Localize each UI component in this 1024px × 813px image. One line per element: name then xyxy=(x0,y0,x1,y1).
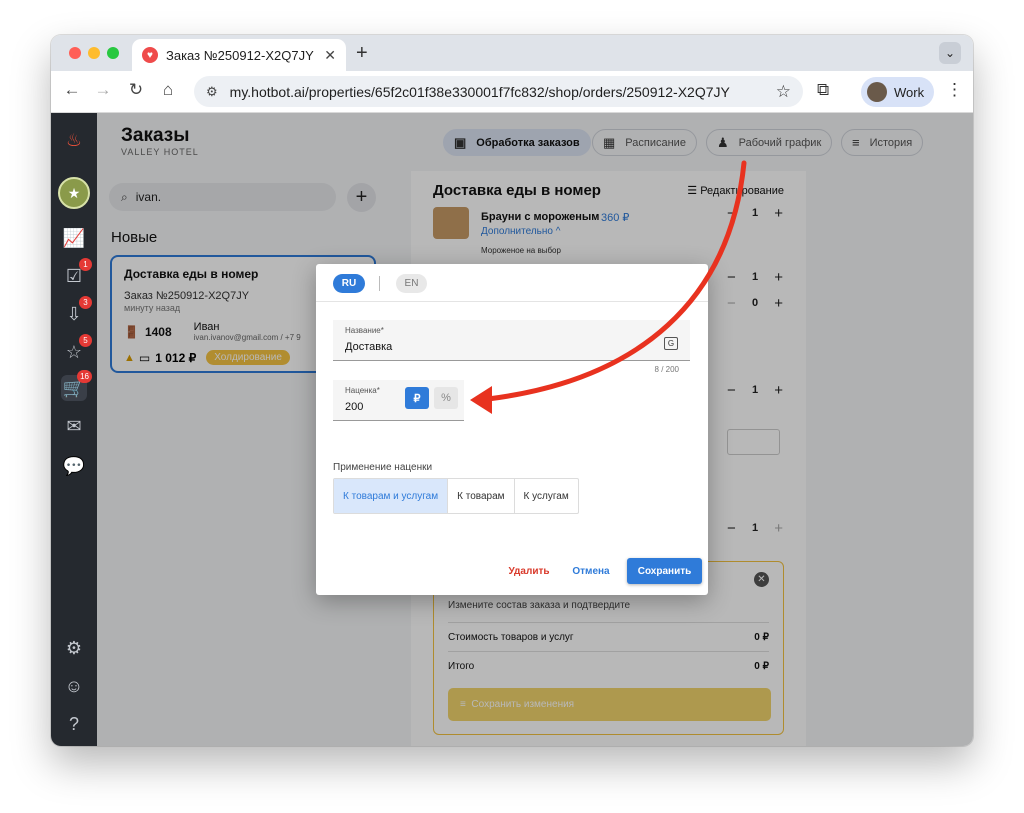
back-icon[interactable]: ← xyxy=(61,80,83,100)
bookmark-star-icon[interactable]: ☆ xyxy=(776,82,791,102)
browser-toolbar: ← → ↻ ⌂ ⚙ my.hotbot.ai/properties/65f2c0… xyxy=(51,71,973,113)
profile-button[interactable]: Work xyxy=(861,77,934,107)
profile-avatar xyxy=(867,82,887,102)
apply-goods-and-services[interactable]: К товарам и услугам xyxy=(334,479,449,513)
address-bar[interactable]: ⚙ my.hotbot.ai/properties/65f2c01f38e330… xyxy=(194,76,803,107)
shop-badge: 16 xyxy=(77,370,92,383)
new-tab-icon[interactable]: + xyxy=(356,42,368,65)
browser-tab[interactable]: ♥ Заказ №250912-X2Q7JY | Va ✕ xyxy=(132,39,346,71)
tab-title: Заказ №250912-X2Q7JY | Va xyxy=(166,47,318,63)
tasks-badge: 1 xyxy=(79,258,92,271)
forward-icon[interactable]: → xyxy=(92,80,114,100)
extensions-icon[interactable]: ⧉ xyxy=(817,80,829,100)
markup-value: 200 xyxy=(345,401,364,413)
inbox-icon[interactable]: ⇩ 3 xyxy=(61,296,92,327)
tasks-icon[interactable]: ☑ 1 xyxy=(61,258,92,289)
profile-label: Work xyxy=(894,84,925,100)
hotbot-logo-icon[interactable]: ♨ xyxy=(61,127,87,153)
browser-menu-icon[interactable]: ⋮ xyxy=(946,80,963,100)
chat-icon[interactable]: 💬 xyxy=(61,453,87,479)
fee-edit-dialog: RU EN Название* Доставка G 8 / 200 Нацен… xyxy=(316,264,708,595)
close-tab-icon[interactable]: ✕ xyxy=(324,47,336,64)
reload-icon[interactable]: ↻ xyxy=(125,80,147,100)
minimize-window-button[interactable] xyxy=(88,47,100,59)
lang-tab-en[interactable]: EN xyxy=(396,274,427,293)
mail-icon[interactable]: ✉ xyxy=(61,413,87,439)
char-counter: 8 / 200 xyxy=(654,365,679,374)
tab-bar: ♥ Заказ №250912-X2Q7JY | Va ✕ + ⌄ xyxy=(51,35,973,71)
apply-segmented-control: К товарам и услугам К товарам К услугам xyxy=(333,478,579,514)
apply-goods[interactable]: К товарам xyxy=(448,479,515,513)
browser-window: ♥ Заказ №250912-X2Q7JY | Va ✕ + ⌄ ← → ↻ … xyxy=(51,35,973,746)
analytics-icon[interactable]: 📈 xyxy=(61,225,87,251)
maximize-window-button[interactable] xyxy=(107,47,119,59)
translate-icon[interactable]: G xyxy=(664,337,678,350)
name-field[interactable]: Название* Доставка G xyxy=(333,320,690,361)
name-value: Доставка xyxy=(345,341,393,353)
sidebar: ♨ ★ 📈 ☑ 1 ⇩ 3 ☆ 5 🛒 16 ✉ 💬 ⚙ ☺ ? xyxy=(51,113,97,746)
settings-gear-icon[interactable]: ⚙ xyxy=(61,635,87,661)
markup-label: Наценка* xyxy=(345,386,380,395)
shop-cart-icon[interactable]: 🛒 16 xyxy=(61,370,92,401)
lang-divider xyxy=(379,276,380,291)
home-icon[interactable]: ⌂ xyxy=(157,80,179,100)
property-avatar[interactable]: ★ xyxy=(58,177,90,209)
delete-button[interactable]: Удалить xyxy=(504,558,554,584)
help-icon[interactable]: ? xyxy=(61,711,87,737)
hotbot-favicon-icon: ♥ xyxy=(142,47,158,63)
save-button[interactable]: Сохранить xyxy=(627,558,702,584)
site-settings-icon[interactable]: ⚙ xyxy=(206,84,218,100)
name-label: Название* xyxy=(345,326,384,335)
apply-services[interactable]: К услугам xyxy=(515,479,578,513)
apply-label: Применение наценки xyxy=(333,462,433,473)
reviews-badge: 5 xyxy=(79,334,92,347)
close-window-button[interactable] xyxy=(69,47,81,59)
lang-tab-ru[interactable]: RU xyxy=(333,274,365,293)
unit-percent-toggle[interactable]: % xyxy=(434,387,458,409)
reviews-icon[interactable]: ☆ 5 xyxy=(61,334,92,365)
inbox-badge: 3 xyxy=(79,296,92,309)
divider xyxy=(316,301,708,302)
user-profile-icon[interactable]: ☺ xyxy=(61,673,87,699)
cancel-button[interactable]: Отмена xyxy=(569,558,613,584)
unit-rub-toggle[interactable]: ₽ xyxy=(405,387,429,409)
url-text: my.hotbot.ai/properties/65f2c01f38e33000… xyxy=(229,83,730,100)
app-area: ♨ ★ 📈 ☑ 1 ⇩ 3 ☆ 5 🛒 16 ✉ 💬 ⚙ ☺ ? Заказы VALL… xyxy=(51,113,973,746)
markup-field[interactable]: Наценка* 200 ₽ % xyxy=(333,380,464,421)
tab-search-chevron-icon[interactable]: ⌄ xyxy=(939,42,961,64)
